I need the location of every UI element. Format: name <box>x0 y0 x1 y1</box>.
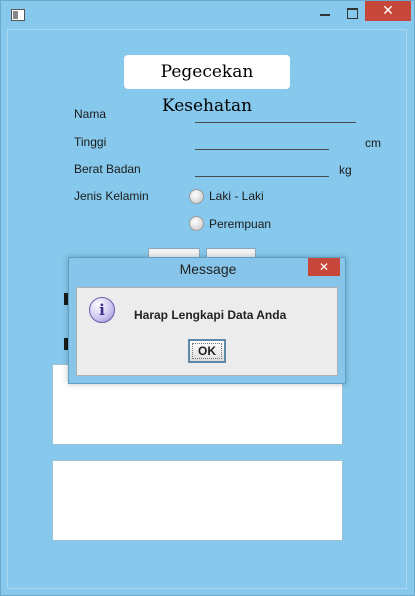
radio-female-label: Perempuan <box>209 217 272 231</box>
height-field[interactable] <box>195 149 329 150</box>
title-bar: ✕ <box>1 1 414 29</box>
close-window-button[interactable]: ✕ <box>365 1 411 21</box>
radio-male-label: Laki - Laki <box>209 189 264 203</box>
radio-male[interactable] <box>189 189 204 204</box>
gender-label: Jenis Kelamin <box>74 189 149 203</box>
name-field[interactable] <box>195 122 356 123</box>
weight-unit: kg <box>339 163 352 177</box>
ok-button[interactable]: OK <box>188 339 226 363</box>
dialog-close-button[interactable]: ✕ <box>308 258 340 276</box>
dialog-message: Harap Lengkapi Data Anda <box>134 308 287 322</box>
form-title: Pegecekan Kesehatan <box>124 55 290 116</box>
weight-field[interactable] <box>195 176 329 177</box>
radio-female[interactable] <box>189 216 204 231</box>
name-label: Nama <box>74 107 107 121</box>
dialog-title: Message <box>179 261 237 277</box>
message-dialog: Message ✕ i Harap Lengkapi Data Anda OK <box>68 257 346 384</box>
height-label: Tinggi <box>74 135 107 149</box>
info-icon: i <box>89 297 115 323</box>
dialog-body: i Harap Lengkapi Data Anda OK <box>76 287 338 376</box>
result-textarea-2[interactable] <box>52 460 343 541</box>
app-icon <box>11 9 25 21</box>
maximize-icon[interactable] <box>339 1 365 23</box>
minimize-icon[interactable] <box>311 1 339 23</box>
height-unit: cm <box>365 136 381 150</box>
weight-label: Berat Badan <box>74 162 141 176</box>
